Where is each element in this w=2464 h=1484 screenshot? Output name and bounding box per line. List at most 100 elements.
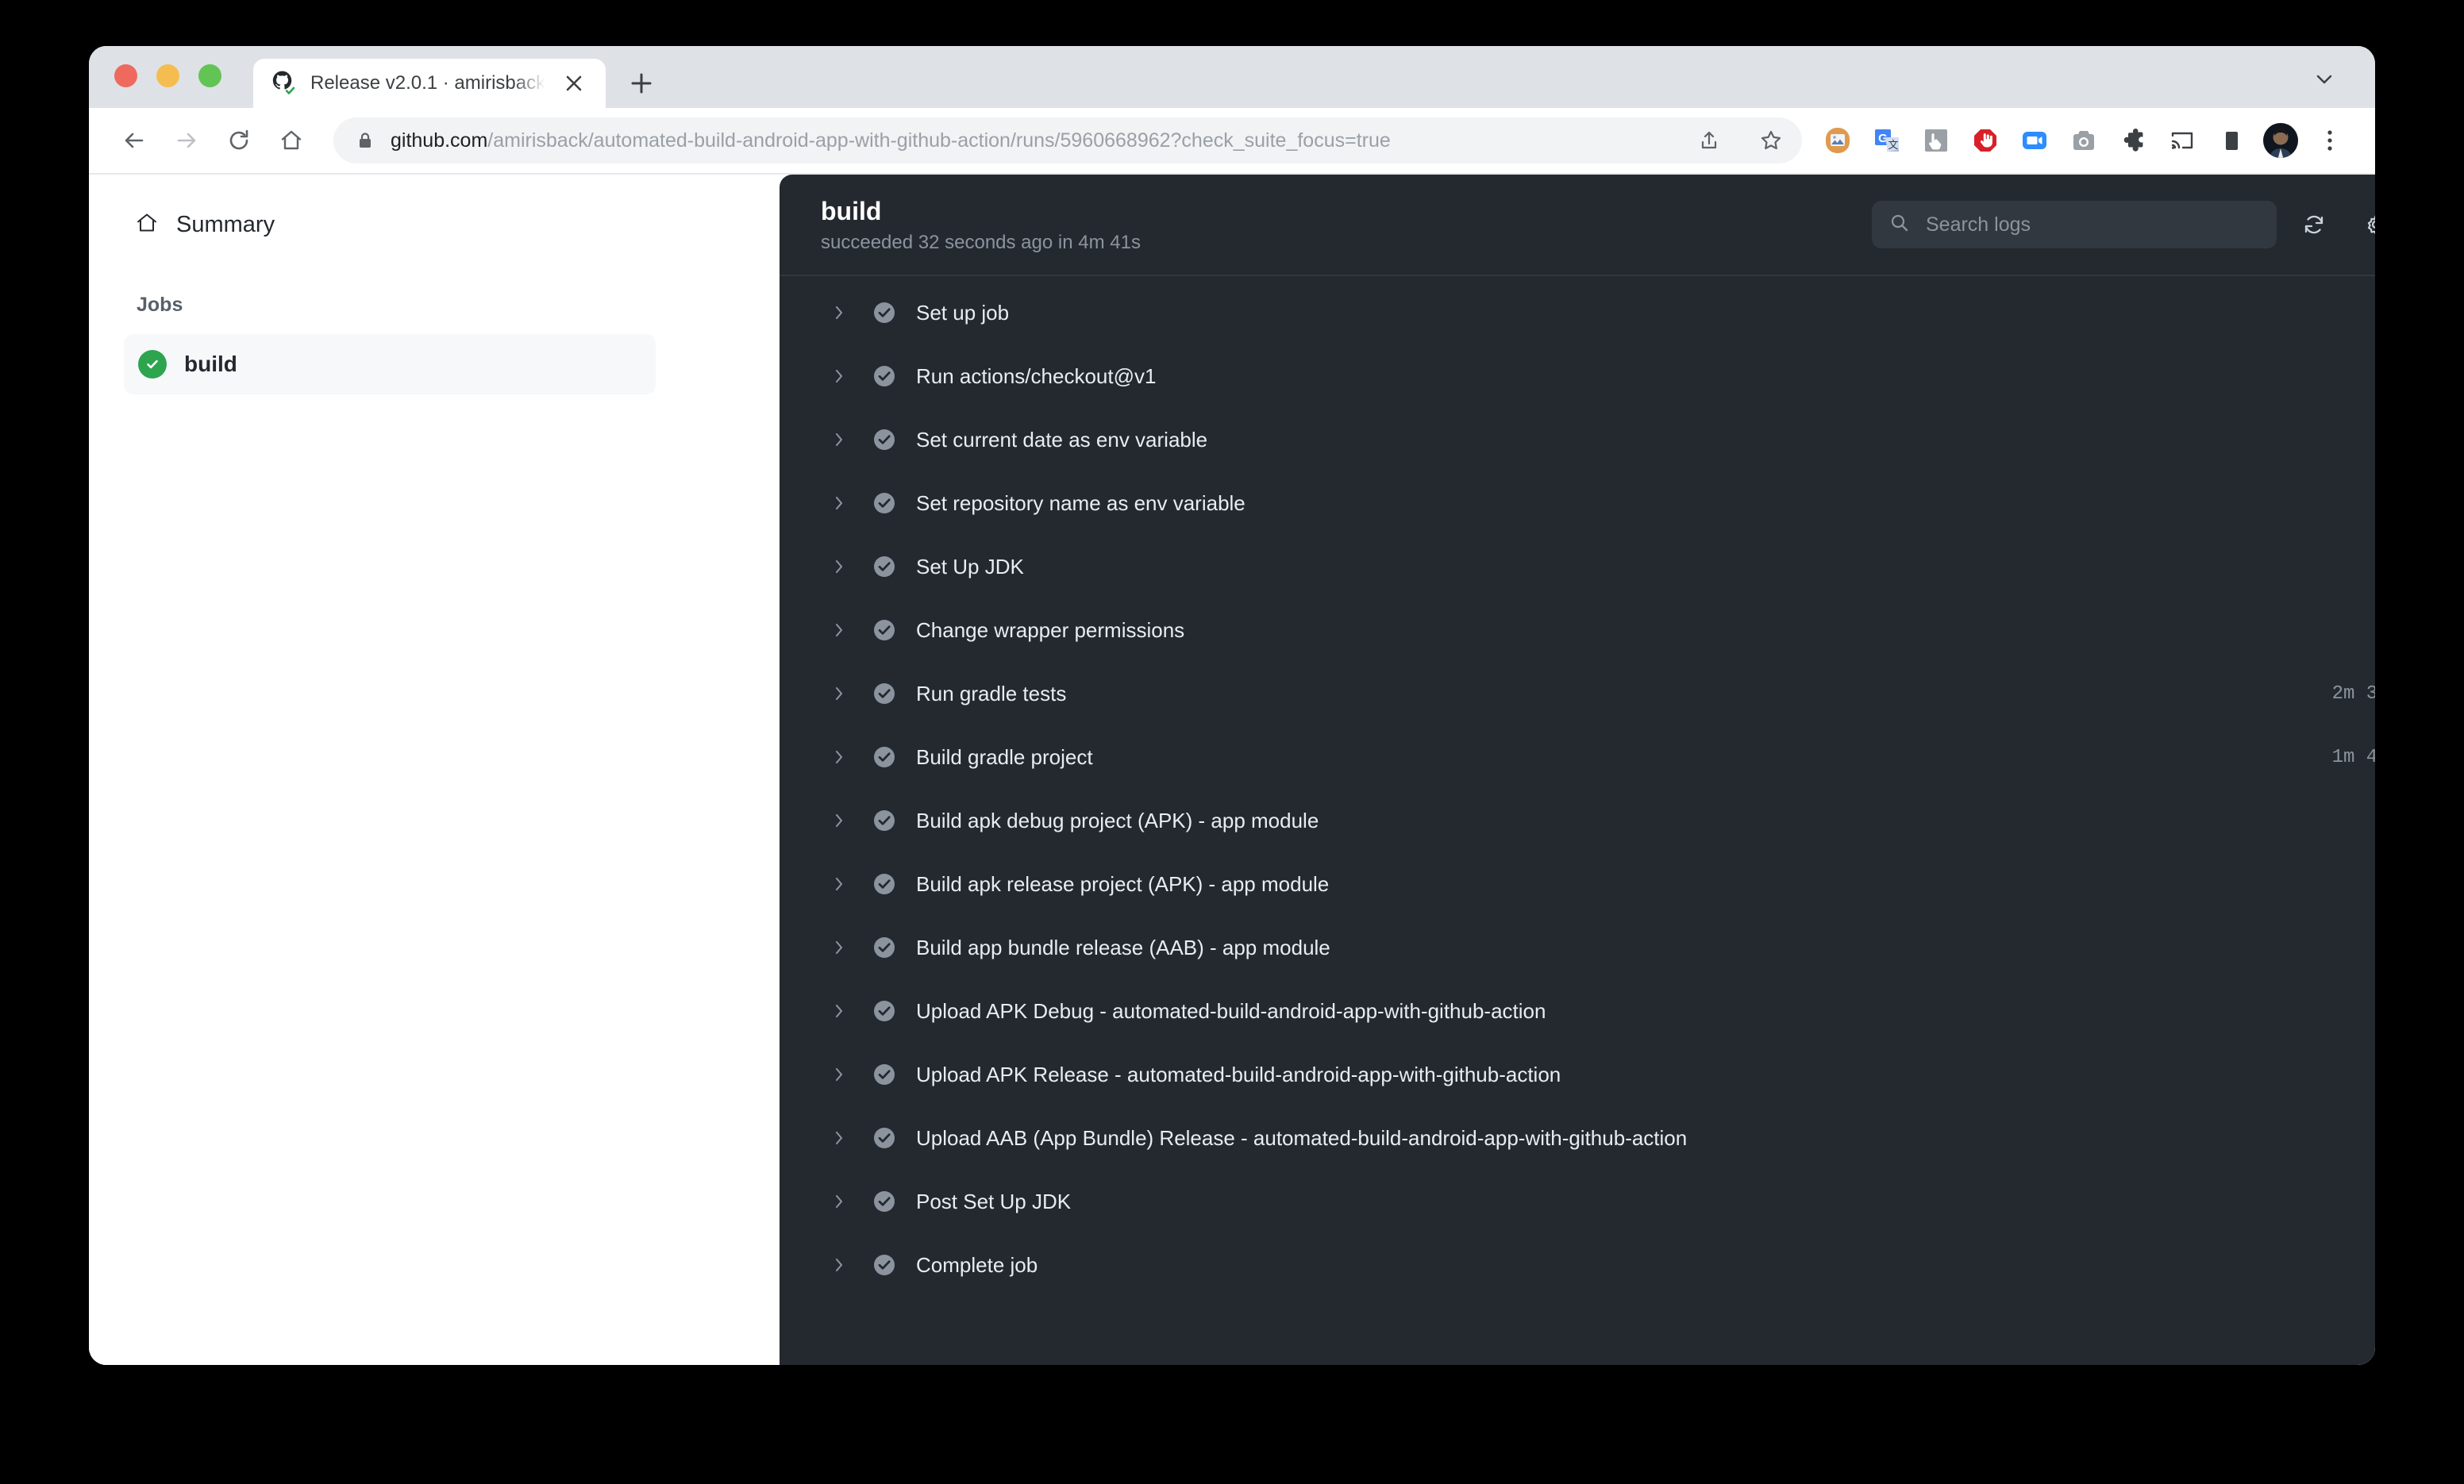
chevron-right-icon[interactable] <box>826 1193 853 1210</box>
pointer-extension-icon[interactable] <box>1912 116 1961 165</box>
step-status-success-icon <box>870 1124 899 1152</box>
step-name: Post Set Up JDK <box>916 1189 1072 1213</box>
step-row[interactable]: Build gradle project 1m 42s <box>780 725 2375 789</box>
url-host: github.com <box>391 129 488 152</box>
star-icon[interactable] <box>1748 117 1794 163</box>
step-status-success-icon <box>870 1187 899 1216</box>
step-row[interactable]: Change wrapper permissions0s <box>780 598 2375 662</box>
screenshot-camera-icon[interactable] <box>2059 116 2108 165</box>
chevron-right-icon[interactable] <box>826 875 853 893</box>
sidebar-item-job-build[interactable]: build <box>124 334 656 394</box>
chevron-right-icon[interactable] <box>826 1002 853 1020</box>
cast-icon[interactable] <box>2158 116 2207 165</box>
step-row[interactable]: Set up job1s <box>780 281 2375 344</box>
step-status-success-icon <box>870 552 899 581</box>
chevron-right-icon[interactable] <box>826 748 853 766</box>
minimize-window-button[interactable] <box>156 63 179 87</box>
step-status-success-icon <box>870 997 899 1025</box>
search-input[interactable]: Search logs <box>1872 201 2277 248</box>
github-octocat-check-icon <box>271 70 298 97</box>
window-traffic-lights <box>114 46 221 108</box>
step-name: Upload APK Release - automated-build-and… <box>916 1062 1561 1086</box>
refresh-icon[interactable] <box>2289 200 2339 249</box>
reload-icon[interactable] <box>213 114 265 167</box>
step-row[interactable]: Upload AAB (App Bundle) Release - automa… <box>780 1106 2375 1170</box>
step-row[interactable]: Complete job0s <box>780 1233 2375 1297</box>
home-icon <box>135 211 159 239</box>
step-name: Set Up JDK <box>916 554 1024 579</box>
step-name: Set up job <box>916 300 1010 325</box>
chevron-right-icon[interactable] <box>826 494 853 512</box>
step-status-success-icon <box>870 870 899 898</box>
zoom-camera-icon[interactable] <box>2010 116 2059 165</box>
sidebar-item-summary[interactable]: Summary <box>124 202 656 248</box>
chevron-right-icon[interactable] <box>826 1129 853 1147</box>
step-name: Build app bundle release (AAB) - app mod… <box>916 935 1330 959</box>
step-row[interactable]: Set Up JDK6s <box>780 535 2375 598</box>
chevron-right-icon[interactable] <box>826 367 853 385</box>
chevron-right-icon[interactable] <box>826 939 853 956</box>
step-row[interactable]: Set repository name as env variable0s <box>780 471 2375 535</box>
step-row[interactable]: Upload APK Debug - automated-build-andro… <box>780 979 2375 1043</box>
step-status-success-icon <box>870 933 899 962</box>
chevron-right-icon[interactable] <box>826 304 853 321</box>
chevron-right-icon[interactable] <box>826 812 853 829</box>
step-row[interactable]: Build apk release project (APK) - app mo… <box>780 852 2375 916</box>
log-header: build succeeded 32 seconds ago in 4m 41s… <box>780 175 2375 276</box>
step-row[interactable]: Build app bundle release (AAB) - app mod… <box>780 916 2375 979</box>
job-status-text: succeeded 32 seconds ago in 4m 41s <box>821 232 1141 253</box>
step-row[interactable]: Post Set Up JDK0s <box>780 1170 2375 1233</box>
chevron-right-icon[interactable] <box>826 558 853 575</box>
browser-tab[interactable]: Release v2.0.1 · amirisback/aut <box>253 59 606 108</box>
browser-toolbar: github.com/amirisback/automated-build-an… <box>89 108 2375 175</box>
adblock-icon[interactable] <box>1961 116 2010 165</box>
browser-window: Release v2.0.1 · amirisback/aut <box>89 46 2375 1365</box>
google-translate-icon[interactable]: G 文 <box>1862 116 1912 165</box>
step-row[interactable]: Run gradle tests 2m 37s <box>780 662 2375 725</box>
new-tab-button[interactable] <box>617 59 666 108</box>
url-path: /amirisback/automated-build-android-app-… <box>487 129 1391 152</box>
step-list: Set up job1sRun actions/checkout@v11sSet… <box>780 276 2375 1297</box>
step-status-success-icon <box>870 679 899 708</box>
step-name: Set current date as env variable <box>916 427 1208 452</box>
step-name: Upload AAB (App Bundle) Release - automa… <box>916 1125 1688 1150</box>
step-row[interactable]: Build apk debug project (APK) - app modu… <box>780 789 2375 852</box>
step-status-success-icon <box>870 298 899 327</box>
close-icon[interactable] <box>558 67 590 99</box>
device-toolbar-icon[interactable] <box>2207 116 2256 165</box>
step-name: Change wrapper permissions <box>916 617 1185 642</box>
close-window-button[interactable] <box>114 63 137 87</box>
step-status-success-icon <box>870 362 899 390</box>
tab-title: Release v2.0.1 · amirisback/aut <box>310 72 545 94</box>
puzzle-extensions-icon[interactable] <box>2108 116 2158 165</box>
sidebar-jobs-heading: Jobs <box>137 294 183 316</box>
chevron-right-icon[interactable] <box>826 431 853 448</box>
maximize-window-button[interactable] <box>198 63 221 87</box>
share-icon[interactable] <box>1686 117 1732 163</box>
forward-arrow-icon <box>160 114 213 167</box>
tab-list-chevron-down-icon[interactable] <box>2307 62 2342 97</box>
step-name: Build apk release project (APK) - app mo… <box>916 871 1330 896</box>
step-row[interactable]: Run actions/checkout@v11s <box>780 344 2375 408</box>
step-name: Upload APK Debug - automated-build-andro… <box>916 998 1546 1023</box>
chevron-right-icon[interactable] <box>826 621 853 639</box>
step-status-success-icon <box>870 425 899 454</box>
step-name: Build gradle project <box>916 744 1093 769</box>
step-row[interactable]: Upload APK Release - automated-build-and… <box>780 1043 2375 1106</box>
step-duration: 1m 42s <box>2331 746 2375 768</box>
step-name: Build apk debug project (APK) - app modu… <box>916 808 1319 832</box>
chevron-right-icon[interactable] <box>826 1066 853 1083</box>
home-icon[interactable] <box>265 114 318 167</box>
chevron-right-icon[interactable] <box>826 685 853 702</box>
back-arrow-icon[interactable] <box>108 114 160 167</box>
image-extension-icon[interactable] <box>1813 116 1862 165</box>
chevron-right-icon[interactable] <box>826 1256 853 1274</box>
step-name: Set repository name as env variable <box>916 490 1245 515</box>
step-row[interactable]: Set current date as env variable0s <box>780 408 2375 471</box>
three-dots-icon[interactable] <box>2305 116 2354 165</box>
step-status-success-icon <box>870 743 899 771</box>
gear-icon[interactable] <box>2351 200 2375 249</box>
address-bar[interactable]: github.com/amirisback/automated-build-an… <box>333 117 1802 163</box>
profile-avatar[interactable] <box>2256 116 2305 165</box>
sidebar-item-job-build-label: build <box>184 352 237 376</box>
